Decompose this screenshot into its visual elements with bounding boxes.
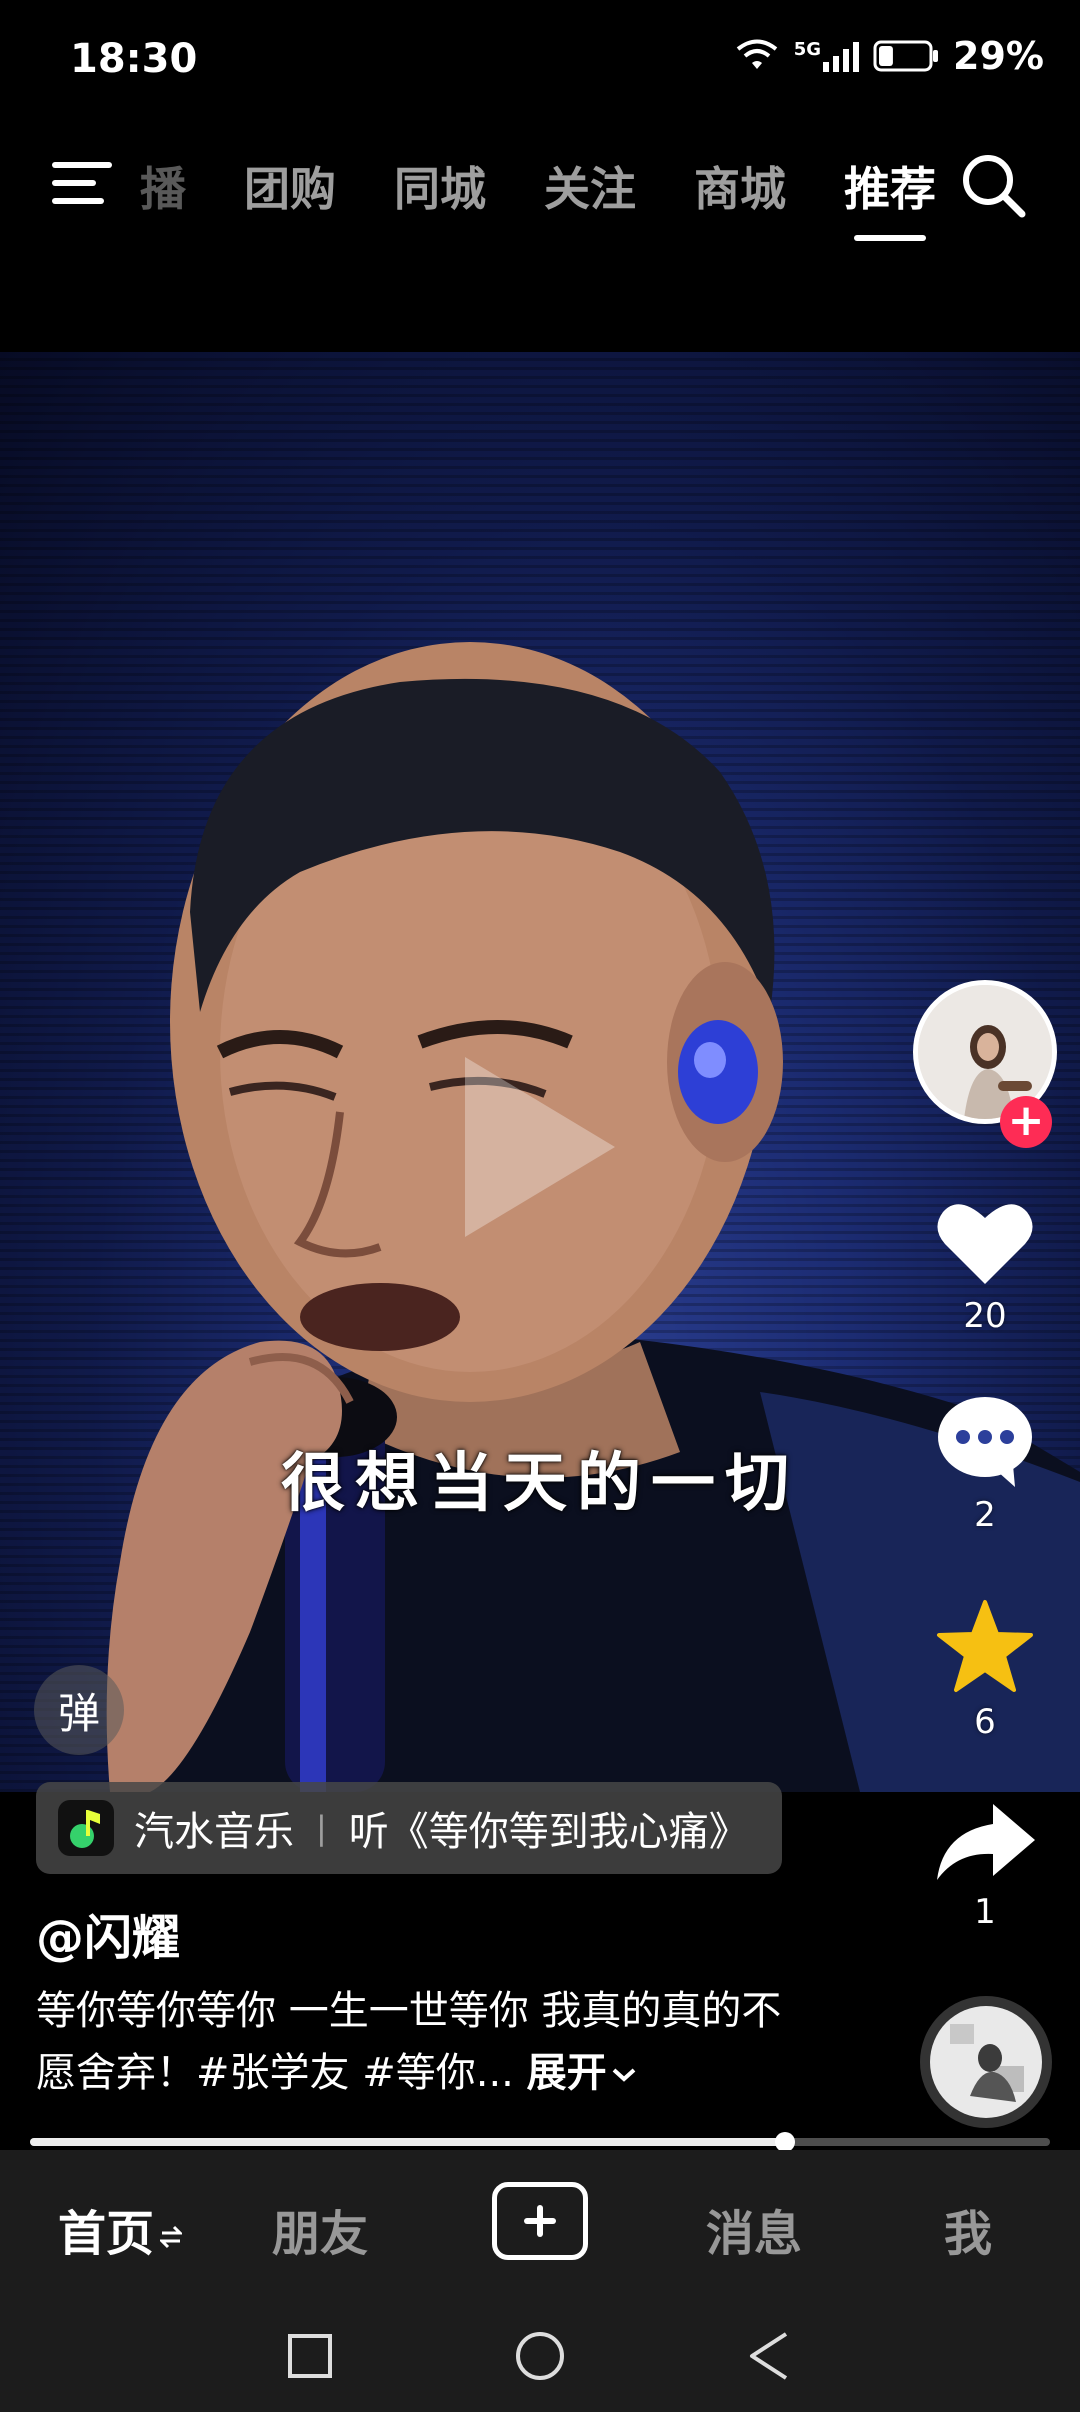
music-song-title: 《等你等到我心痛》 xyxy=(388,1809,749,1855)
status-bar: 18:30 5G 29% xyxy=(0,0,1080,120)
expand-caption-button[interactable]: 展开 xyxy=(527,2050,637,2096)
tab-following[interactable]: 关注 xyxy=(544,153,636,219)
favorite-button[interactable]: 6 xyxy=(915,1598,1055,1742)
music-tag[interactable]: 汽水音乐 | 听 《等你等到我心痛》 xyxy=(36,1782,782,1874)
follow-button[interactable]: + xyxy=(1000,1096,1052,1148)
bottom-nav: 首页 朋友 消息 我 xyxy=(0,2150,1080,2300)
nav-home[interactable]: 首页 xyxy=(58,2194,184,2264)
plus-icon xyxy=(524,2205,556,2237)
signal-icon xyxy=(823,42,860,72)
video-progress-handle[interactable] xyxy=(774,2132,795,2152)
status-icons: 5G 29% xyxy=(734,34,1044,78)
music-divider: | xyxy=(316,1809,327,1847)
battery-percent: 29% xyxy=(953,34,1044,78)
network-label: 5G xyxy=(793,38,822,60)
wifi-icon xyxy=(736,39,777,69)
tab-mall[interactable]: 商城 xyxy=(694,153,786,219)
tab-recommended[interactable]: 推荐 xyxy=(844,153,936,241)
like-count: 20 xyxy=(963,1296,1007,1336)
menu-icon[interactable] xyxy=(52,158,116,208)
qishui-music-app-icon xyxy=(58,1800,114,1856)
heart-icon xyxy=(937,1204,1033,1284)
music-prefix: 听 xyxy=(348,1809,389,1855)
comment-button[interactable]: 2 xyxy=(915,1395,1055,1535)
share-arrow-icon xyxy=(937,1804,1035,1880)
nav-messages[interactable]: 消息 xyxy=(706,2194,802,2264)
chevron-down-icon xyxy=(612,2068,635,2082)
video-progress-bar[interactable] xyxy=(30,2132,1050,2152)
comment-icon xyxy=(938,1397,1032,1487)
music-disc[interactable] xyxy=(920,1996,1052,2128)
video-progress-fill xyxy=(30,2138,785,2146)
danmu-toggle-button[interactable]: 弹 xyxy=(34,1665,124,1755)
search-icon[interactable] xyxy=(958,150,1028,220)
system-nav-bar xyxy=(0,2300,1080,2412)
home-circle-icon[interactable] xyxy=(510,2326,570,2386)
comment-count: 2 xyxy=(974,1495,996,1535)
status-time: 18:30 xyxy=(70,36,198,82)
top-nav: 播 团购 同城 关注 商城 推荐 xyxy=(0,120,1080,241)
refresh-arrows-icon xyxy=(158,2225,184,2249)
create-post-button[interactable] xyxy=(492,2182,588,2260)
like-button[interactable]: 20 xyxy=(915,1198,1055,1336)
battery-icon xyxy=(873,40,939,72)
tab-live[interactable]: 播 xyxy=(140,153,186,219)
tab-strip: 播 团购 同城 关注 商城 推荐 xyxy=(140,146,936,241)
star-icon xyxy=(937,1600,1033,1692)
share-button[interactable]: 1 xyxy=(915,1800,1055,1932)
caption-text: 等你等你等你 一生一世等你 我真的真的不愿舍弃！#张学友 #等你... xyxy=(36,1988,782,2096)
tab-nearby[interactable]: 同城 xyxy=(394,153,486,219)
nav-home-label: 首页 xyxy=(58,2206,155,2262)
post-caption: 等你等你等你 一生一世等你 我真的真的不愿舍弃！#张学友 #等你... 展开 xyxy=(36,1980,796,2104)
music-disc-cover xyxy=(930,2006,1042,2118)
expand-label: 展开 xyxy=(526,2050,607,2096)
favorite-count: 6 xyxy=(974,1702,996,1742)
author-name[interactable]: @闪耀 xyxy=(36,1898,180,1968)
recent-apps-icon[interactable] xyxy=(280,2326,340,2386)
play-icon[interactable] xyxy=(455,1047,625,1247)
music-app-name: 汽水音乐 xyxy=(134,1809,294,1855)
share-count: 1 xyxy=(974,1892,996,1932)
back-triangle-icon[interactable] xyxy=(740,2326,800,2386)
nav-friends[interactable]: 朋友 xyxy=(272,2194,368,2264)
nav-me[interactable]: 我 xyxy=(944,2194,992,2264)
tab-group-buy[interactable]: 团购 xyxy=(244,153,336,219)
